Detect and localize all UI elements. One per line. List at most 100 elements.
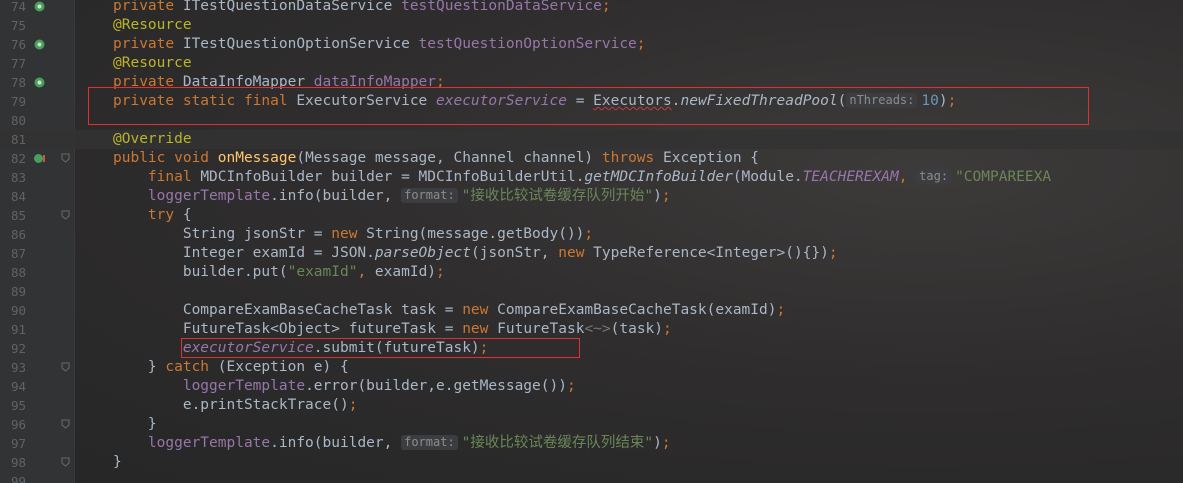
code-token: Exception { <box>663 150 760 166</box>
code-text[interactable]: } catch (Exception e) { <box>113 358 349 377</box>
code-token: new <box>462 302 498 318</box>
code-token: ; <box>584 226 594 242</box>
implementation-marker-icon[interactable] <box>33 0 46 13</box>
code-line[interactable]: 90 CompareExamBaseCacheTask task = new C… <box>0 301 1183 320</box>
code-token: .error(builder,e.getMessage()) <box>305 378 567 394</box>
code-line[interactable]: 76 private ITestQuestionOptionService tes… <box>0 35 1183 54</box>
code-token: getMDCInfoBuilder <box>584 169 733 185</box>
code-token: (Message message, Channel channel) <box>296 150 602 166</box>
code-token: onMessage <box>217 150 297 166</box>
code-line[interactable]: 74 private ITestQuestionDataService testQ… <box>0 0 1183 16</box>
code-line[interactable]: 92 executorService.submit(futureTask); <box>0 339 1183 358</box>
code-line[interactable]: 83 final MDCInfoBuilder builder = MDCInf… <box>0 168 1183 187</box>
code-token: public void <box>113 150 218 166</box>
code-token: ; <box>436 264 445 280</box>
code-text[interactable]: @Resource <box>113 54 192 73</box>
code-line[interactable]: 89 <box>0 282 1183 301</box>
code-line[interactable]: 98} <box>0 453 1183 472</box>
line-number: 77 <box>10 56 26 71</box>
implementation-marker-icon[interactable] <box>33 76 46 89</box>
code-token: e.printStackTrace() <box>113 397 349 413</box>
code-line[interactable]: 91 FutureTask<Object> futureTask = new F… <box>0 320 1183 339</box>
code-token: @Resource <box>113 55 192 71</box>
code-text[interactable]: @Override <box>113 130 192 149</box>
code-token: try <box>113 207 183 223</box>
code-editor[interactable]: 74 private ITestQuestionDataService testQ… <box>0 0 1183 483</box>
code-text[interactable]: Integer examId = JSON.parseObject(jsonSt… <box>113 244 838 263</box>
line-number: 98 <box>10 455 26 470</box>
code-text[interactable]: final MDCInfoBuilder builder = MDCInfoBu… <box>113 168 1051 187</box>
code-token: private <box>113 36 183 52</box>
code-text[interactable]: } <box>113 453 122 472</box>
code-text[interactable]: loggerTemplate.info(builder, format: "接收比… <box>113 187 671 206</box>
code-line[interactable]: 88 builder.put("examId", examId); <box>0 263 1183 282</box>
line-number: 81 <box>10 132 26 147</box>
code-line[interactable]: 75 @Resource <box>0 16 1183 35</box>
code-text[interactable]: FutureTask<Object> futureTask = new Futu… <box>113 320 672 339</box>
parameter-hint: format: <box>401 435 458 450</box>
code-token: MDCInfoBuilder builder = MDCInfoBuilderU… <box>200 169 585 185</box>
line-number: 96 <box>10 417 26 432</box>
fold-icon[interactable] <box>61 419 70 429</box>
code-token: } <box>113 454 122 470</box>
code-token: ; <box>601 0 611 14</box>
override-marker-icon[interactable] <box>33 152 46 165</box>
code-text[interactable]: private ITestQuestionOptionService testQ… <box>113 35 646 54</box>
line-number: 82 <box>10 151 26 166</box>
code-lines[interactable]: 74 private ITestQuestionDataService testQ… <box>0 0 1183 483</box>
code-token: @Override <box>113 131 192 147</box>
code-line[interactable]: 95 e.printStackTrace(); <box>0 396 1183 415</box>
code-text[interactable]: CompareExamBaseCacheTask task = new Comp… <box>113 301 785 320</box>
code-token: (Module. <box>732 169 803 185</box>
code-token: TypeReference<Integer>(){}) <box>593 245 829 261</box>
code-line[interactable]: 87 Integer examId = JSON.parseObject(jso… <box>0 244 1183 263</box>
line-number: 83 <box>10 170 26 185</box>
fold-icon[interactable] <box>61 210 70 220</box>
line-number: 99 <box>10 474 26 483</box>
parameter-hint: tag: <box>916 169 952 184</box>
code-text[interactable]: try { <box>113 206 192 225</box>
code-line[interactable]: 97 loggerTemplate.info(builder, format: "… <box>0 434 1183 453</box>
code-token: String jsonStr = <box>113 226 332 242</box>
implementation-marker-icon[interactable] <box>33 38 46 51</box>
code-line[interactable]: 84 loggerTemplate.info(builder, format: "… <box>0 187 1183 206</box>
code-text[interactable]: builder.put("examId", examId); <box>113 263 445 282</box>
code-text[interactable]: loggerTemplate.error(builder,e.getMessag… <box>113 377 576 396</box>
code-line[interactable]: 77 @Resource <box>0 54 1183 73</box>
code-token: FutureTask <box>497 321 585 337</box>
code-token: catch <box>165 359 218 375</box>
fold-icon[interactable] <box>61 153 70 163</box>
code-text[interactable]: @Resource <box>113 16 192 35</box>
line-number: 87 <box>10 246 26 261</box>
code-token: ; <box>661 435 671 451</box>
code-token: testQuestionOptionService <box>418 36 637 52</box>
code-text[interactable]: } <box>113 415 157 434</box>
code-token: TEACHEREXAM <box>802 169 899 185</box>
code-text[interactable]: e.printStackTrace(); <box>113 396 358 415</box>
code-line[interactable]: 85 try { <box>0 206 1183 225</box>
line-number: 75 <box>10 18 26 33</box>
code-token: , <box>357 264 375 280</box>
code-text[interactable]: public void onMessage(Message message, C… <box>113 149 759 168</box>
fold-icon[interactable] <box>61 457 70 467</box>
code-token: final <box>113 169 201 185</box>
code-line[interactable]: 93 } catch (Exception e) { <box>0 358 1183 377</box>
code-token: ) <box>653 188 662 204</box>
code-text[interactable]: private ITestQuestionDataService testQue… <box>113 0 611 16</box>
code-token: "接收比较试卷缓存队列结束" <box>461 435 654 451</box>
code-token: ; <box>663 321 672 337</box>
code-text[interactable]: loggerTemplate.info(builder, format: "接收比… <box>113 434 671 453</box>
code-line[interactable]: 99 <box>0 472 1183 483</box>
code-line[interactable]: 96 } <box>0 415 1183 434</box>
code-token: , <box>898 169 917 185</box>
code-line[interactable]: 82 public void onMessage(Message message,… <box>0 149 1183 168</box>
code-text[interactable]: String jsonStr = new String(message.getB… <box>113 225 593 244</box>
code-line[interactable]: 81 @Override <box>0 130 1183 149</box>
code-token: "COMPAREEXA <box>955 169 1052 185</box>
fold-icon[interactable] <box>61 362 70 372</box>
code-token: "examId" <box>287 264 358 280</box>
code-token: new <box>462 321 498 337</box>
code-token: @Resource <box>113 17 192 33</box>
code-line[interactable]: 94 loggerTemplate.error(builder,e.getMes… <box>0 377 1183 396</box>
code-line[interactable]: 86 String jsonStr = new String(message.g… <box>0 225 1183 244</box>
